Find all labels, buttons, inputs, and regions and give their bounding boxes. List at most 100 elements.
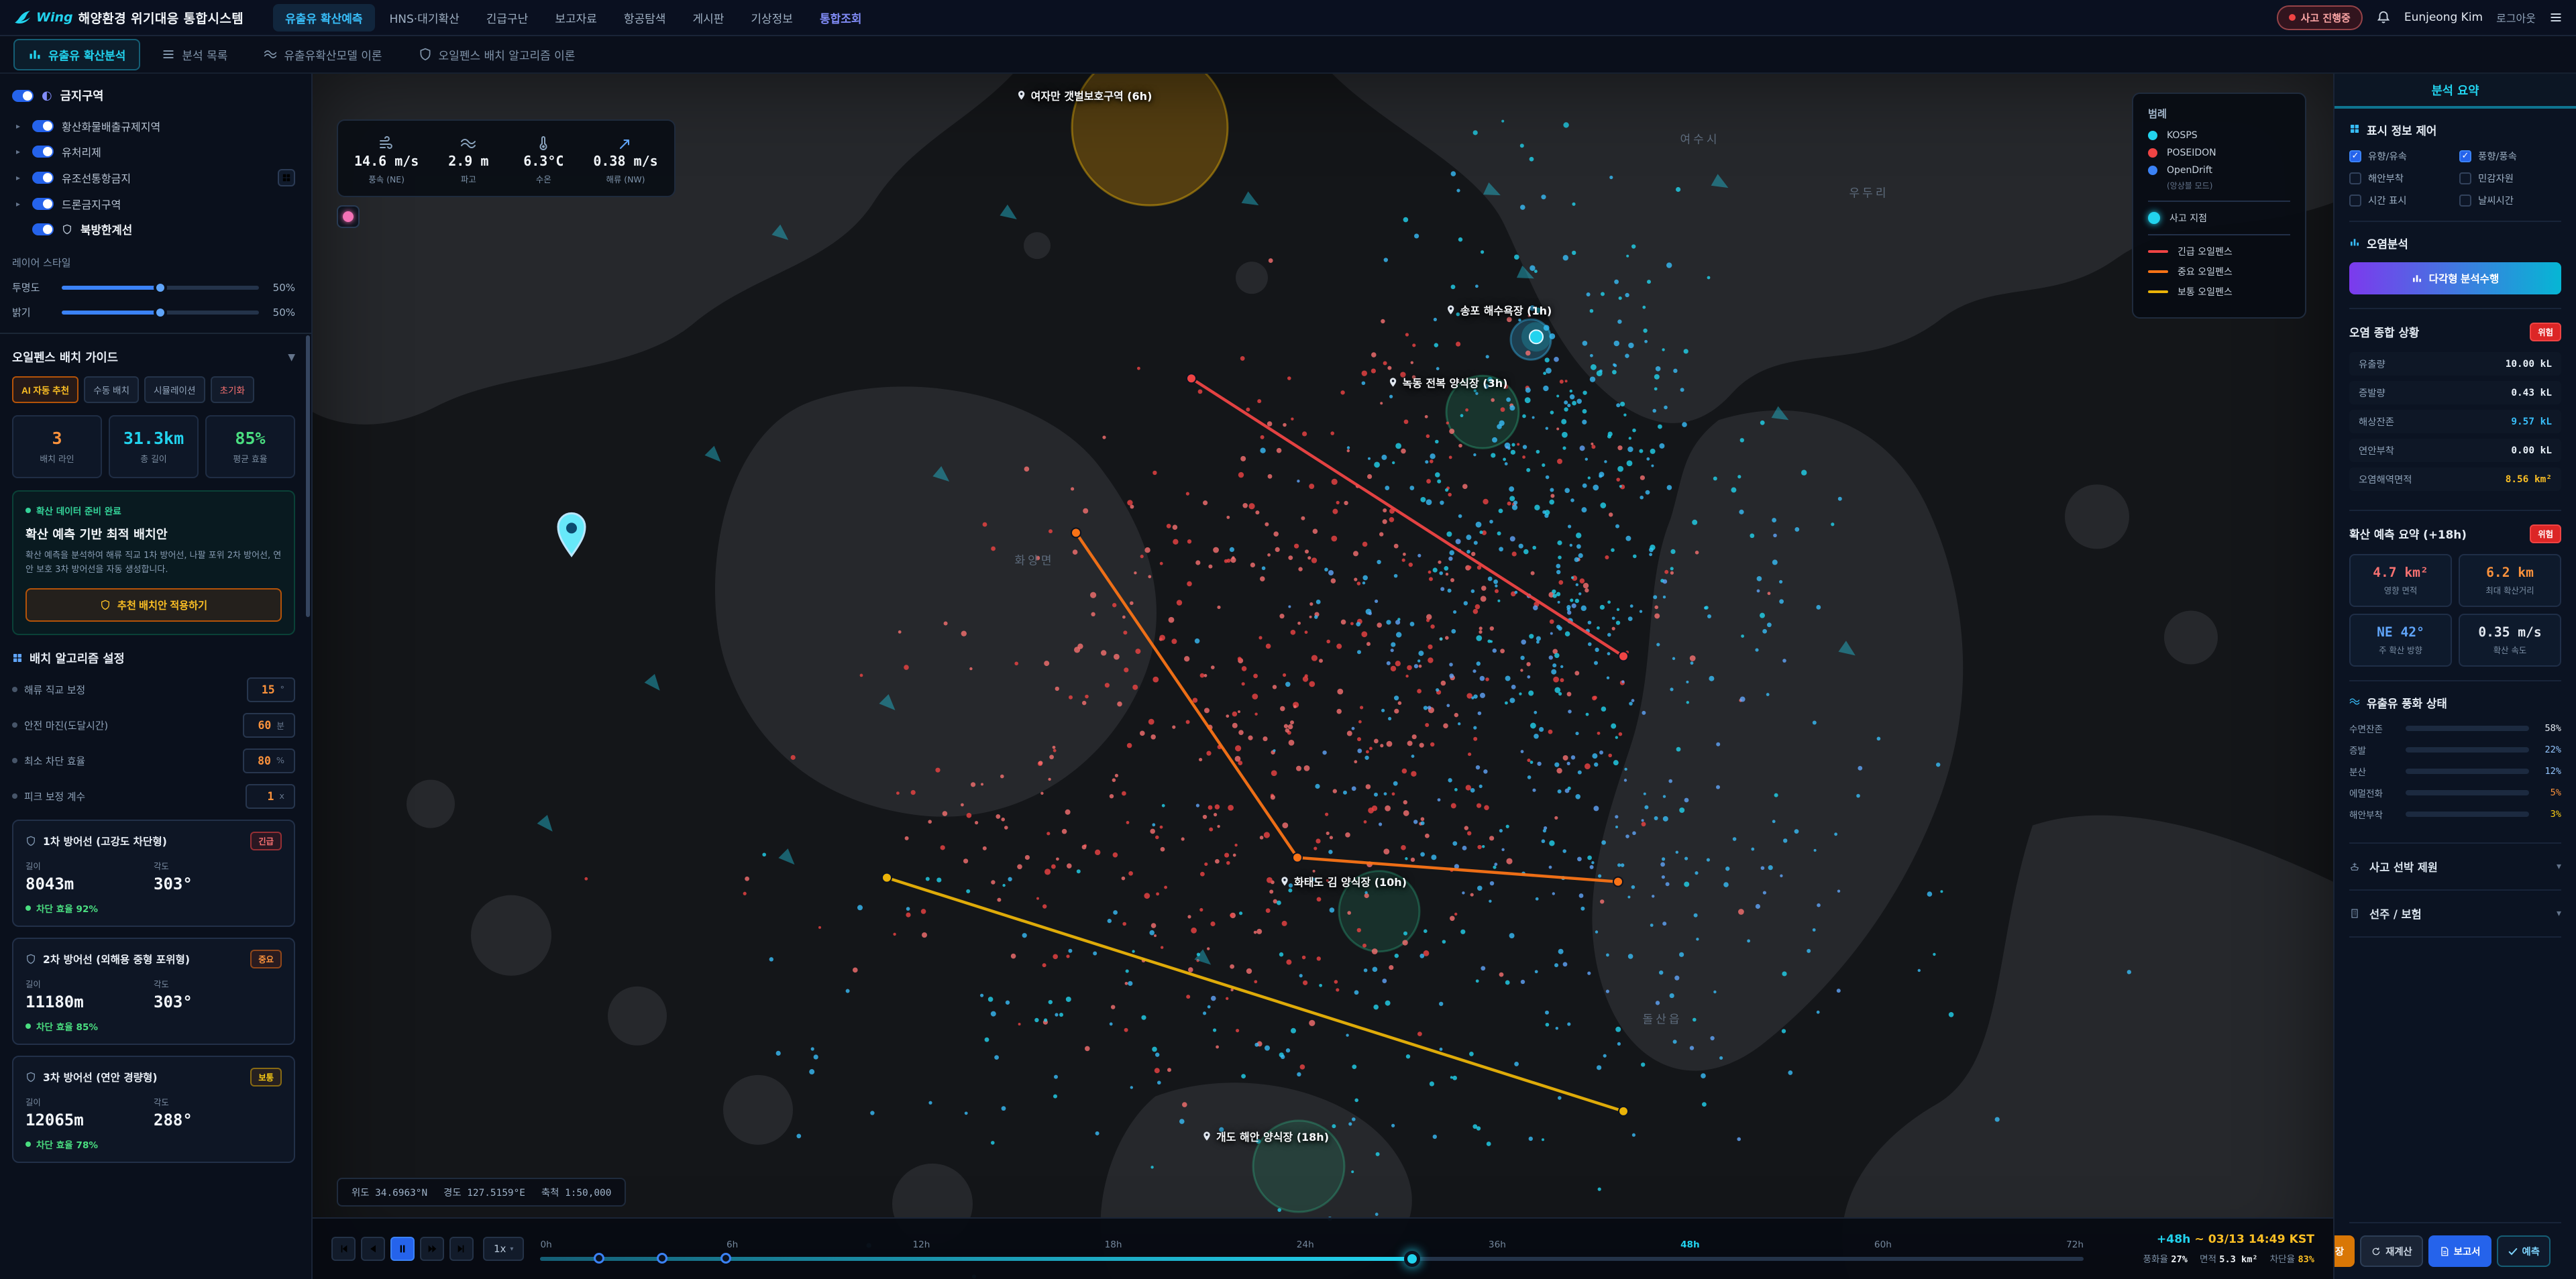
zone-toggle[interactable] [32,172,54,184]
status-row: 오염해역면적8.56 km² [2349,467,2561,491]
defense-line-card[interactable]: 3차 방어선 (연안 경량형)보통길이12065m각도288°차단 효율 78% [12,1056,295,1163]
timeline-knob[interactable] [1404,1251,1420,1267]
tab[interactable]: 분석 목록 [147,39,242,70]
predict-toggle-button[interactable]: 예측 [2497,1235,2551,1267]
zone-row[interactable]: ▸드론금지구역 [12,191,295,217]
timeline-event-marker[interactable] [657,1253,667,1264]
fence-mode-button[interactable]: 시뮬레이션 [144,376,205,403]
setting-input[interactable]: 15° [247,677,295,702]
display-checkbox[interactable]: 해안부착 [2349,171,2451,185]
defense-line-card[interactable]: 2차 방어선 (외해용 중형 포위형)중요길이11180m각도303°차단 효율… [12,938,295,1045]
timeline-tick[interactable]: 24h [1297,1239,1314,1250]
nav-item[interactable]: 기상정보 [739,4,805,32]
grid-icon [12,653,23,663]
timeline-track[interactable]: 0h 6h 12h 18h 24h 36h 48h 60h 72h [540,1237,2084,1261]
nav-item[interactable]: 통합조회 [808,4,874,32]
slider-track[interactable] [62,311,259,315]
zone-toggle[interactable] [32,223,54,235]
timeline-event-marker[interactable] [720,1253,731,1264]
nav-item[interactable]: HNS·대기확산 [378,4,472,32]
step-back-button[interactable] [361,1237,385,1261]
collapsed-section[interactable]: 선주 / 보험▾ [2349,891,2561,938]
fence-mode-button[interactable]: 수동 배치 [84,376,139,403]
zone-row[interactable]: ▸유처리제 [12,139,295,164]
fence-mode-button[interactable]: 초기화 [211,376,255,403]
display-checkbox[interactable]: 민감자원 [2459,171,2561,185]
app-logo: Wing 해양환경 위기대응 통합시스템 [13,9,244,27]
section-display-control: 표시 정보 제어✓유향/유속✓풍향/풍속해안부착민감자원시간 표시날씨시간 [2349,109,2561,222]
logout-button[interactable]: 로그아웃 [2496,9,2536,25]
collapsed-section[interactable]: 사고 선박 제원▾ [2349,844,2561,891]
setting-input[interactable]: 1x [246,784,295,809]
display-checkbox[interactable]: ✓풍향/풍속 [2459,149,2561,163]
hamburger-menu-icon[interactable] [2549,11,2563,24]
timeline-tick[interactable]: 48h [1680,1239,1700,1250]
timeline-tick[interactable]: 72h [2066,1239,2084,1250]
forecast-card: 0.35 m/s확산 속도 [2459,614,2561,667]
chart-icon [28,48,42,61]
timeline-tick[interactable]: 6h [727,1239,738,1250]
pause-button[interactable] [390,1237,415,1261]
slider-knob[interactable] [154,306,167,319]
fast-forward-button[interactable] [420,1237,444,1261]
timeline-tick[interactable]: 18h [1105,1239,1122,1250]
display-checkbox[interactable]: 날씨시간 [2459,193,2561,207]
tab-analysis-summary[interactable]: 분석 요약 [2334,74,2576,109]
setting-input[interactable]: 60분 [243,713,295,738]
apply-recommendation-button[interactable]: 추천 배치안 적용하기 [25,588,282,622]
algorithm-setting-row: 안전 마진(도달시간) 60분 [12,713,295,738]
setting-label: 안전 마진(도달시간) [24,718,108,732]
nav-item[interactable]: 유출유 확산예측 [273,4,374,32]
save-button[interactable]: 저장 [2334,1235,2355,1267]
priority-badge: 긴급 [250,832,282,850]
incident-dot-icon [2289,14,2296,21]
map-tool-button[interactable] [337,205,360,228]
tab[interactable]: 오일펜스 배치 알고리즘 이론 [404,39,590,70]
zone-row[interactable]: 북방한계선 [12,217,295,242]
timeline-event-marker[interactable] [594,1253,604,1264]
nav-item[interactable]: 항공탐색 [612,4,678,32]
map-canvas[interactable]: 14.6 m/s풍속 (NE)2.9 m파고6.3°C수온0.38 m/s해류 … [313,74,2333,1279]
setting-input[interactable]: 80% [243,748,295,773]
polygon-analysis-button[interactable]: 다각형 분석수행 [2349,262,2561,294]
zones-master-toggle[interactable] [12,90,34,102]
defense-line-card[interactable]: 1차 방어선 (고강도 차단형)긴급길이8043m각도303°차단 효율 92% [12,820,295,927]
nav-item[interactable]: 긴급구난 [474,4,541,32]
timeline-tick[interactable]: 36h [1489,1239,1506,1250]
speed-selector[interactable]: 1x▾ [483,1237,524,1261]
zone-toggle[interactable] [32,120,54,132]
nav-item[interactable]: 게시판 [680,4,736,32]
recalculate-button[interactable]: 재계산 [2360,1235,2423,1267]
zone-style-button[interactable] [278,169,295,186]
timeline-tick[interactable]: 0h [540,1239,551,1250]
skip-start-button[interactable] [331,1237,356,1261]
risk-badge: 위험 [2530,524,2561,543]
timeline-tick[interactable]: 60h [1874,1239,1892,1250]
tab[interactable]: 유출유확산모델 이론 [249,39,396,70]
display-checkbox[interactable]: ✓유향/유속 [2349,149,2451,163]
fence-mode-button[interactable]: AI 자동 추천 [12,376,78,403]
fence-guide-header[interactable]: 오일펜스 배치 가이드▼ [12,349,295,366]
timeline-tick[interactable]: 12h [912,1239,930,1250]
user-name[interactable]: Eunjeong Kim [2404,11,2483,24]
zone-row[interactable]: ▸황산화물배출규제지역 [12,113,295,139]
skip-end-button[interactable] [449,1237,474,1261]
defense-angle: 303° [154,875,282,893]
grid-icon [2349,123,2360,134]
zone-toggle[interactable] [32,198,54,210]
risk-badge: 위험 [2530,323,2561,341]
incident-status-badge[interactable]: 사고 진행중 [2277,5,2363,30]
zone-row[interactable]: ▸유조선통항금지 [12,164,295,191]
nav-item[interactable]: 보고자료 [543,4,609,32]
slider-knob[interactable] [154,281,167,294]
zone-toggle[interactable] [32,146,54,158]
display-checkbox[interactable]: 시간 표시 [2349,193,2451,207]
weather-label: 파고 [443,173,494,185]
tab[interactable]: 유출유 확산분석 [13,39,140,70]
bell-icon[interactable] [2376,10,2391,25]
status-row: 연안부착0.00 kL [2349,439,2561,462]
sidebar-scrollbar[interactable] [306,335,310,617]
slider-track[interactable] [62,286,259,290]
wave-icon [264,48,277,61]
report-button[interactable]: 보고서 [2428,1235,2491,1267]
